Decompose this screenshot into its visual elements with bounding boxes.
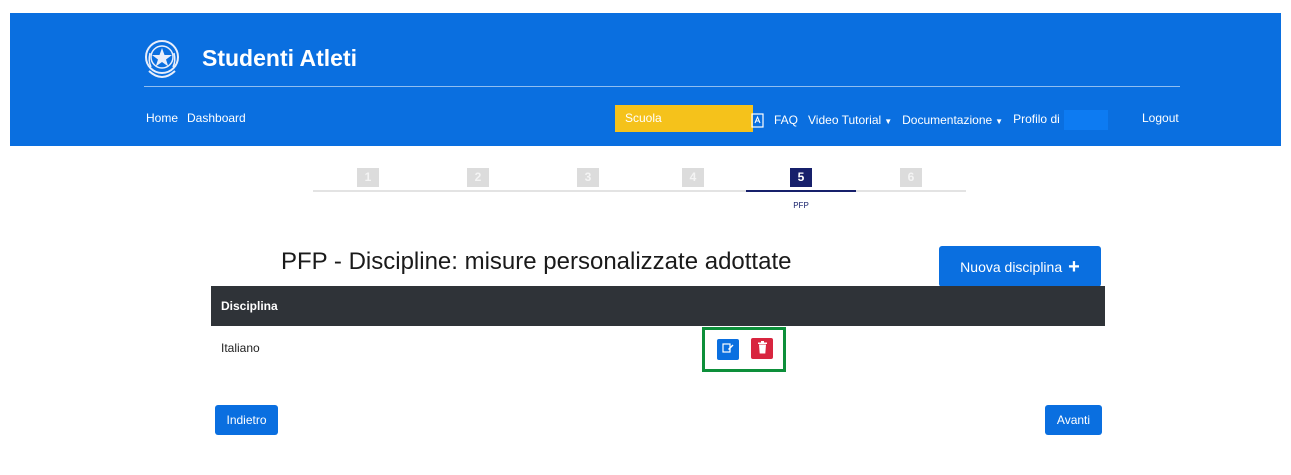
step-6[interactable]: 6: [856, 168, 966, 200]
disciplines-table: Disciplina Italiano: [211, 286, 1105, 370]
step-2[interactable]: 2: [423, 168, 533, 200]
chevron-down-icon: ▼: [995, 117, 1004, 126]
column-header-disciplina: Disciplina: [211, 286, 1105, 326]
step-number: 3: [577, 168, 599, 187]
trash-icon: [757, 340, 768, 357]
step-label: PFP: [793, 201, 809, 210]
profile-label: Profilo di: [1013, 112, 1060, 127]
row-actions-highlight: [702, 327, 786, 372]
table-header-row: Disciplina: [211, 286, 1105, 326]
nav-faq-link[interactable]: FAQ: [774, 113, 798, 127]
edit-icon: [722, 342, 734, 357]
step-number: 1: [357, 168, 379, 187]
video-tutorial-label: Video Tutorial: [808, 113, 882, 127]
step-number: 5: [790, 168, 812, 187]
step-progress-line: [638, 190, 748, 192]
step-3[interactable]: 3: [533, 168, 643, 200]
step-5[interactable]: 5 PFP: [746, 168, 856, 211]
profile-name-redacted: [1063, 110, 1108, 130]
edit-button[interactable]: [717, 339, 739, 360]
nav-dashboard-link[interactable]: Dashboard: [187, 111, 246, 125]
step-progress-line: [746, 190, 856, 192]
app-title: Studenti Atleti: [202, 45, 358, 71]
delete-button[interactable]: [751, 338, 773, 359]
page-title: PFP - Discipline: misure personalizzate …: [281, 248, 792, 275]
nav-home-link[interactable]: Home: [146, 111, 178, 125]
step-number: 6: [900, 168, 922, 187]
chevron-down-icon: ▼: [884, 117, 893, 126]
step-4[interactable]: 4: [638, 168, 748, 200]
documentazione-label: Documentazione: [902, 113, 993, 127]
new-discipline-label: Nuova disciplina: [960, 258, 1063, 275]
step-progress-line: [423, 190, 533, 192]
new-discipline-button[interactable]: Nuova disciplina +: [939, 246, 1101, 287]
step-progress-line: [313, 190, 423, 192]
main-nav: Home Dashboard: [146, 111, 246, 125]
back-button[interactable]: Indietro: [215, 405, 278, 435]
pdf-icon[interactable]: [751, 112, 764, 128]
step-1[interactable]: 1: [313, 168, 423, 200]
next-button[interactable]: Avanti: [1045, 405, 1102, 435]
step-number: 2: [467, 168, 489, 187]
logout-link[interactable]: Logout: [1142, 111, 1179, 125]
site-header: Studenti Atleti Home Dashboard Scuola FA…: [10, 13, 1281, 146]
nav-profile-link[interactable]: Profilo di: [1013, 110, 1108, 130]
nav-video-tutorial-dropdown[interactable]: Video Tutorial ▼: [808, 113, 892, 127]
nav-documentazione-dropdown[interactable]: Documentazione ▼: [902, 113, 1003, 127]
header-divider: [144, 86, 1180, 87]
wizard-steps: 1 2 3 4 5 PFP 6: [313, 168, 968, 238]
table-row: Italiano: [211, 326, 1105, 370]
italian-republic-emblem-icon: [143, 36, 181, 86]
step-number: 4: [682, 168, 704, 187]
step-progress-line: [856, 190, 966, 192]
secondary-nav: FAQ Video Tutorial ▼ Documentazione ▼ Prof…: [751, 110, 1108, 130]
step-progress-line: [533, 190, 643, 192]
discipline-name-cell: Italiano: [221, 341, 260, 355]
plus-icon: +: [1068, 255, 1080, 278]
school-selector[interactable]: Scuola: [615, 105, 753, 132]
